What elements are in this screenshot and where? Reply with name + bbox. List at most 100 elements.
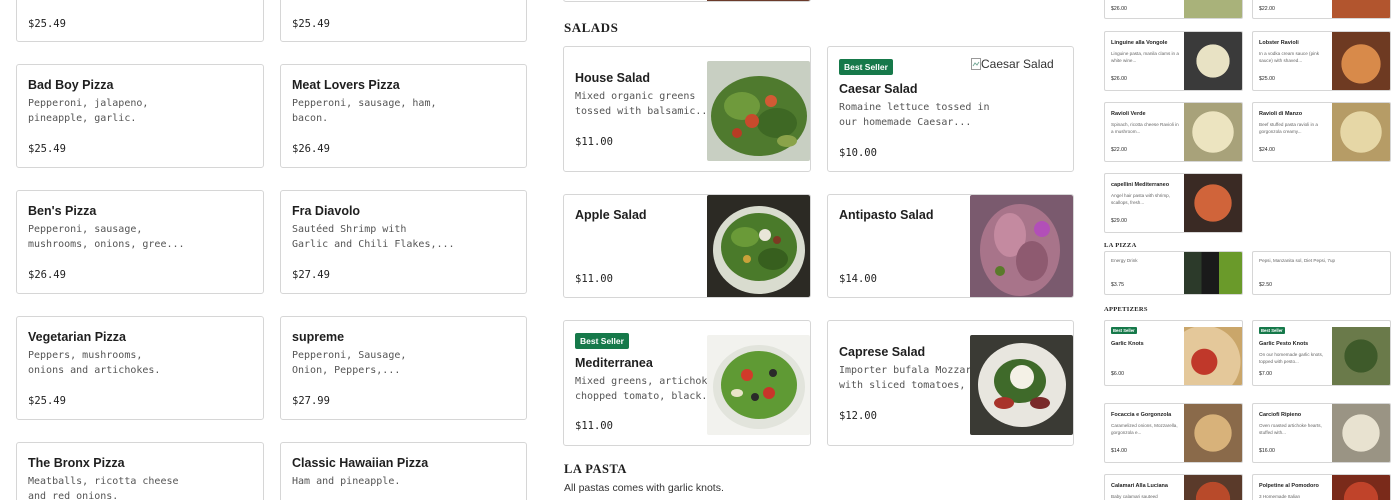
pizza-card-partial[interactable]: $25.49 — [16, 0, 264, 42]
menu-item-card-partial[interactable] — [563, 0, 811, 2]
item-description: Energy Drink — [1111, 258, 1138, 263]
item-description: Angel hair pasta with shrimp, scallops, … — [1111, 193, 1170, 205]
mini-item-card[interactable]: Energy Drink $3.75 — [1104, 251, 1243, 295]
item-name: capellini Mediterraneo — [1111, 182, 1170, 188]
best-seller-badge: Best Seller — [839, 59, 893, 75]
mini-item-card[interactable]: Carciofi Ripieno Oven roasted artichoke … — [1252, 403, 1391, 463]
item-description: Peppers, mushrooms, onions and artichokes… — [28, 350, 161, 376]
food-photo — [1332, 475, 1390, 500]
item-price: $25.49 — [28, 143, 66, 155]
mini-item-card-partial[interactable]: $26.00 — [1104, 0, 1243, 19]
mini-item-card[interactable]: Best Seller Garlic Pesto Knots On our ho… — [1252, 320, 1391, 386]
item-description: Pepsi, Manzanita sol, Diet Pepsi, 7up — [1259, 258, 1336, 263]
food-photo — [1332, 0, 1390, 18]
mini-item-card[interactable]: Focaccia e Gorgonzola Caramelized onions… — [1104, 403, 1243, 463]
item-description: Pepperoni, Sausage, Onion, Peppers,... — [292, 350, 407, 376]
menu-item-card[interactable]: supreme Pepperoni, Sausage, Onion, Pepper… — [280, 316, 527, 420]
item-price: $25.00 — [1259, 76, 1275, 82]
item-name: Ben's Pizza — [28, 204, 97, 218]
antipasto-salad-photo — [970, 195, 1073, 297]
mini-item-card[interactable]: Best Seller Garlic Knots $6.00 — [1104, 320, 1243, 386]
section-title-appetizers: APPETIZERS — [1104, 306, 1148, 313]
item-description: Beef stuffed pasta ravioli in a gorgonzo… — [1259, 122, 1318, 134]
mini-item-card[interactable]: Polpetine al Pomodoro 3 Homemade Italian — [1252, 474, 1391, 500]
item-description: Pepperoni, sausage, ham, bacon. — [292, 98, 437, 124]
item-name: Apple Salad — [575, 208, 647, 222]
item-price: $25.49 — [28, 18, 66, 30]
item-price: $26.49 — [28, 269, 66, 281]
item-price: $26.00 — [1111, 76, 1127, 82]
menu-item-card[interactable]: House Salad Mixed organic greens tossed w… — [563, 46, 811, 172]
item-name: supreme — [292, 330, 345, 344]
mini-item-card[interactable]: Lobster Ravioli In a vodka cream sauce (… — [1252, 31, 1391, 91]
item-description: Mixed greens, artichokes, chopped tomato,… — [575, 376, 726, 402]
menu-item-card[interactable]: Best Seller Caesar Salad Romaine lettuce… — [827, 46, 1074, 172]
menu-item-card[interactable]: Caprese Salad Importer bufala Mozzarella… — [827, 320, 1074, 446]
item-name: Vegetarian Pizza — [28, 330, 126, 344]
item-price: $11.00 — [575, 420, 613, 432]
item-description: Romaine lettuce tossed in our homemade Ca… — [839, 102, 990, 128]
food-photo — [1184, 174, 1242, 232]
item-name: Mediterranea — [575, 356, 653, 370]
item-price: $14.00 — [839, 273, 877, 285]
food-photo — [1184, 327, 1242, 385]
mini-item-card[interactable]: Pepsi, Manzanita sol, Diet Pepsi, 7up $2… — [1252, 251, 1391, 295]
food-photo — [1332, 103, 1390, 161]
mediterranea-salad-photo — [707, 335, 810, 435]
mini-item-card[interactable]: Calamari Alla Luciana Baby calamari saut… — [1104, 474, 1243, 500]
item-price: $2.50 — [1259, 282, 1272, 288]
item-name: Ravioli di Manzo — [1259, 111, 1303, 117]
item-description: 3 Homemade Italian — [1259, 494, 1301, 499]
item-price: $10.00 — [839, 147, 877, 159]
food-photo — [1332, 32, 1390, 90]
item-price: $16.00 — [1259, 448, 1275, 454]
item-description: Caramelized onions, Mozzarella, gorgonzo… — [1111, 423, 1178, 435]
mini-item-card[interactable]: capellini Mediterraneo Angel hair pasta … — [1104, 173, 1243, 233]
mini-item-card[interactable]: Ravioli di Manzo Beef stuffed pasta ravi… — [1252, 102, 1391, 162]
food-photo — [1184, 404, 1242, 462]
best-seller-badge: Best Seller — [1111, 327, 1137, 334]
menu-item-card[interactable]: Antipasto Salad $14.00 — [827, 194, 1074, 298]
section-title-la-pasta: LA PASTA — [564, 462, 627, 476]
item-description: Baby calamari sauteed — [1111, 494, 1158, 499]
pizza-card-partial[interactable]: $25.49 — [280, 0, 527, 42]
item-name: Caprese Salad — [839, 345, 926, 359]
menu-item-card[interactable]: The Bronx Pizza Meatballs, ricotta chees… — [16, 442, 264, 500]
item-price: $25.49 — [28, 395, 66, 407]
item-price: $11.00 — [575, 273, 613, 285]
item-name: Classic Hawaiian Pizza — [292, 456, 429, 470]
item-price: $29.00 — [1111, 218, 1127, 224]
house-salad-photo — [707, 61, 810, 161]
item-name: Fra Diavolo — [292, 204, 361, 218]
menu-item-card[interactable]: Best Seller Mediterranea Mixed greens, a… — [563, 320, 811, 446]
food-photo — [1184, 32, 1242, 90]
item-name: Bad Boy Pizza — [28, 78, 114, 92]
menu-item-card[interactable]: Vegetarian Pizza Peppers, mushrooms, onio… — [16, 316, 264, 420]
menu-item-card[interactable]: Apple Salad $11.00 — [563, 194, 811, 298]
item-name: The Bronx Pizza — [28, 456, 125, 470]
best-seller-badge: Best Seller — [575, 333, 629, 349]
food-photo — [1332, 327, 1390, 385]
item-name: Carciofi Ripieno — [1259, 412, 1302, 418]
menu-item-card[interactable]: Bad Boy Pizza Pepperoni, jalapeno, pineap… — [16, 64, 264, 168]
food-photo — [1184, 0, 1242, 18]
food-photo — [1184, 103, 1242, 161]
apple-salad-photo — [707, 195, 810, 297]
item-description: Pepperoni, sausage, mushrooms, onions, gr… — [28, 224, 185, 250]
item-name: Focaccia e Gorgonzola — [1111, 412, 1172, 418]
menu-item-card[interactable]: Classic Hawaiian Pizza Ham and pineapple… — [280, 442, 527, 500]
menu-item-card[interactable]: Meat Lovers Pizza Pepperoni, sausage, ha… — [280, 64, 527, 168]
item-price: $3.75 — [1111, 282, 1124, 288]
section-subtitle-la-pasta: All pastas comes with garlic knots. — [564, 482, 724, 494]
item-name: Lobster Ravioli — [1259, 40, 1299, 46]
mini-item-card-partial[interactable]: $22.00 — [1252, 0, 1391, 19]
item-name: Ravioli Verde — [1111, 111, 1146, 117]
energy-drink-photo — [1184, 252, 1242, 294]
item-price: $12.00 — [839, 410, 877, 422]
menu-item-card[interactable]: Fra Diavolo Sautéed Shrimp with Garlic an… — [280, 190, 527, 294]
mini-item-card[interactable]: Linguine alla Vongole Linguine pasta, ma… — [1104, 31, 1243, 91]
item-name: Garlic Pesto Knots — [1259, 341, 1309, 347]
item-name: Calamari Alla Luciana — [1111, 483, 1168, 489]
menu-item-card[interactable]: Ben's Pizza Pepperoni, sausage, mushrooms… — [16, 190, 264, 294]
mini-item-card[interactable]: Ravioli Verde Spinach, ricotta cheese Ra… — [1104, 102, 1243, 162]
